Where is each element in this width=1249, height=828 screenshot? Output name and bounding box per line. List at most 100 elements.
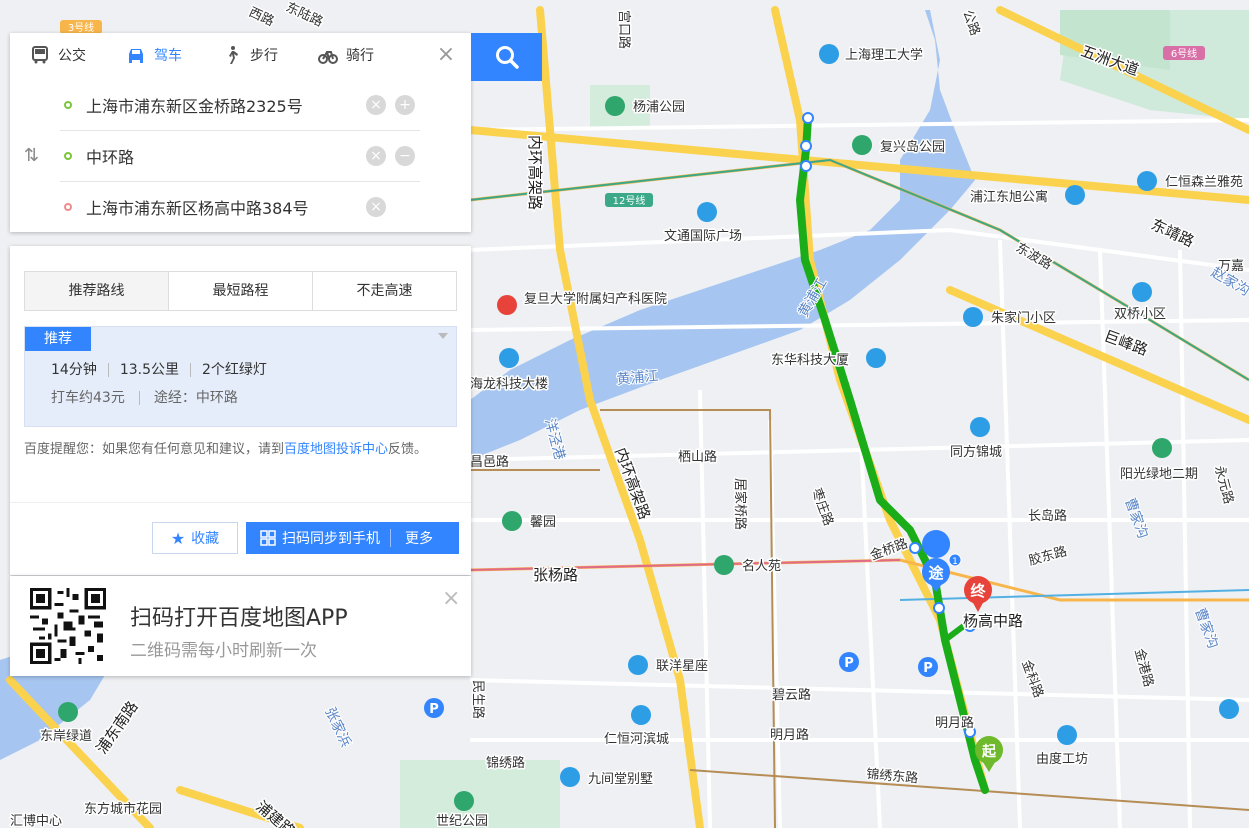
feedback-tip: 百度提醒您：如果您有任何意见和建议，请到百度地图投诉中心反馈。 bbox=[24, 438, 460, 461]
svg-text:九间堂别墅: 九间堂别墅 bbox=[588, 772, 653, 787]
favorite-button[interactable]: ★ 收藏 bbox=[152, 522, 238, 554]
recommend-badge: 推荐 bbox=[25, 327, 91, 351]
more-button[interactable]: 更多 bbox=[391, 528, 433, 548]
svg-text:世纪公园: 世纪公园 bbox=[436, 814, 488, 828]
svg-text:起: 起 bbox=[981, 743, 997, 760]
svg-text:途: 途 bbox=[928, 564, 944, 582]
svg-text:东华科技大厦: 东华科技大厦 bbox=[771, 353, 849, 368]
svg-text:复兴岛公园: 复兴岛公园 bbox=[880, 139, 945, 155]
svg-text:汇博中心: 汇博中心 bbox=[10, 814, 62, 828]
svg-text:名人苑: 名人苑 bbox=[742, 558, 781, 574]
complaint-link[interactable]: 百度地图投诉中心 bbox=[284, 442, 388, 457]
route-preference-tabs: 推荐路线 最短路程 不走高速 bbox=[24, 271, 457, 311]
divider bbox=[10, 502, 471, 503]
svg-text:仁恒森兰雅苑: 仁恒森兰雅苑 bbox=[1165, 175, 1243, 190]
star-icon: ★ bbox=[170, 528, 186, 548]
tab-drive[interactable]: 驾车 bbox=[106, 33, 202, 77]
tip-text-end: 反馈。 bbox=[388, 442, 428, 457]
plan-via: 途经：中环路 bbox=[138, 391, 252, 405]
close-icon[interactable]: × bbox=[442, 586, 460, 611]
svg-text:由度工坊: 由度工坊 bbox=[1036, 751, 1088, 767]
favorite-label: 收藏 bbox=[191, 531, 220, 547]
add-waypoint-icon[interactable]: + bbox=[395, 95, 415, 115]
svg-text:居家桥路: 居家桥路 bbox=[732, 478, 748, 530]
tab-label: 骑行 bbox=[346, 48, 374, 64]
svg-text:栖山路: 栖山路 bbox=[678, 449, 717, 465]
svg-text:P: P bbox=[429, 702, 439, 717]
travel-mode-tabs: 公交 驾车 步行 骑行 × bbox=[10, 33, 471, 77]
end-dot-icon bbox=[64, 203, 72, 211]
svg-text:东方城市花园: 东方城市花园 bbox=[84, 801, 162, 817]
remove-waypoint-icon[interactable]: − bbox=[395, 146, 415, 166]
start-dot-icon bbox=[64, 101, 72, 109]
svg-text:东岸绿道: 东岸绿道 bbox=[40, 729, 92, 744]
svg-text:P: P bbox=[923, 661, 933, 676]
close-icon[interactable]: × bbox=[435, 44, 457, 66]
svg-text:昌邑路: 昌邑路 bbox=[470, 454, 509, 470]
svg-text:馨园: 馨园 bbox=[530, 514, 556, 530]
qr-code-image bbox=[30, 588, 106, 664]
svg-text:终: 终 bbox=[970, 582, 986, 600]
svg-text:明月路: 明月路 bbox=[935, 715, 974, 731]
route-input-panel: 公交 驾车 步行 骑行 × 上海市浦东新区金桥路2325号 × + ⇅ 中环路 … bbox=[10, 33, 471, 232]
tab-bus[interactable]: 公交 bbox=[10, 33, 106, 77]
plan-taxi: 打车约43元 bbox=[51, 390, 125, 406]
svg-text:6号线: 6号线 bbox=[1171, 47, 1197, 60]
plan-lights: 2个红绿灯 bbox=[190, 363, 278, 377]
route-plan-card[interactable]: 推荐 14分钟 13.5公里 2个红绿灯 打车约43元 途经：中环路 bbox=[24, 326, 457, 427]
clear-end-icon[interactable]: × bbox=[366, 197, 386, 217]
qr-title: 扫码打开百度地图APP bbox=[130, 606, 348, 631]
svg-text:文通国际广场: 文通国际广场 bbox=[664, 229, 742, 244]
app-qr-panel: 扫码打开百度地图APP 二维码需每小时刷新一次 × bbox=[10, 576, 471, 676]
tab-label: 步行 bbox=[250, 48, 278, 64]
svg-text:1: 1 bbox=[952, 557, 958, 567]
plan-distance: 13.5公里 bbox=[107, 363, 190, 377]
svg-text:内环高架路: 内环高架路 bbox=[526, 135, 544, 210]
tab-label: 驾车 bbox=[154, 48, 182, 64]
svg-text:上海理工大学: 上海理工大学 bbox=[845, 47, 923, 63]
end-text: 上海市浦东新区杨高中路384号 bbox=[86, 199, 309, 218]
qr-subtitle: 二维码需每小时刷新一次 bbox=[130, 641, 317, 661]
bus-icon bbox=[32, 46, 48, 64]
tip-text: 百度提醒您：如果您有任何意见和建议，请到 bbox=[24, 442, 285, 457]
plan-time: 14分钟 bbox=[51, 362, 97, 378]
sync-label: 扫码同步到手机 bbox=[282, 531, 380, 547]
svg-text:复旦大学附属妇产科医院: 复旦大学附属妇产科医院 bbox=[524, 291, 667, 307]
tab-recommended[interactable]: 推荐路线 bbox=[25, 272, 169, 310]
clear-via-icon[interactable]: × bbox=[366, 146, 386, 166]
tab-label: 公交 bbox=[58, 48, 86, 64]
svg-text:杨高中路: 杨高中路 bbox=[963, 612, 1023, 630]
svg-text:宫口路: 宫口路 bbox=[616, 10, 632, 49]
svg-text:海龙科技大楼: 海龙科技大楼 bbox=[470, 377, 548, 392]
svg-text:杨浦公园: 杨浦公园 bbox=[633, 100, 685, 115]
tab-no-highway[interactable]: 不走高速 bbox=[313, 272, 456, 310]
svg-text:碧云路: 碧云路 bbox=[772, 687, 811, 703]
svg-text:民生路: 民生路 bbox=[470, 680, 486, 719]
svg-text:明月路: 明月路 bbox=[770, 727, 809, 743]
tab-bike[interactable]: 骑行 bbox=[298, 33, 394, 77]
svg-text:仁恒河滨城: 仁恒河滨城 bbox=[604, 731, 669, 747]
sync-to-phone-button[interactable]: 扫码同步到手机 bbox=[246, 529, 391, 547]
svg-text:P: P bbox=[844, 656, 854, 671]
sync-button-group: 扫码同步到手机 更多 bbox=[246, 522, 459, 554]
svg-text:阳光绿地二期: 阳光绿地二期 bbox=[1120, 467, 1198, 482]
car-icon bbox=[129, 49, 143, 63]
route-result-panel: 推荐路线 最短路程 不走高速 推荐 14分钟 13.5公里 2个红绿灯 打车约4… bbox=[10, 246, 471, 575]
svg-text:浦江东旭公寓: 浦江东旭公寓 bbox=[970, 189, 1048, 205]
swap-icon[interactable]: ⇅ bbox=[24, 145, 46, 167]
chevron-down-icon[interactable] bbox=[438, 333, 448, 339]
svg-text:12号线: 12号线 bbox=[613, 194, 646, 207]
search-icon bbox=[495, 46, 519, 69]
qrcode-icon bbox=[260, 530, 276, 546]
tab-walk[interactable]: 步行 bbox=[202, 33, 298, 77]
plan-stats: 14分钟 13.5公里 2个红绿灯 bbox=[51, 363, 278, 377]
start-text: 上海市浦东新区金桥路2325号 bbox=[86, 97, 303, 116]
search-button[interactable] bbox=[471, 33, 542, 81]
tab-shortest[interactable]: 最短路程 bbox=[169, 272, 313, 310]
svg-text:联洋星座: 联洋星座 bbox=[656, 659, 708, 674]
clear-start-icon[interactable]: × bbox=[366, 95, 386, 115]
svg-text:长岛路: 长岛路 bbox=[1028, 508, 1067, 524]
svg-text:双桥小区: 双桥小区 bbox=[1114, 307, 1166, 322]
via-text: 中环路 bbox=[86, 148, 135, 167]
bike-icon bbox=[318, 51, 338, 64]
